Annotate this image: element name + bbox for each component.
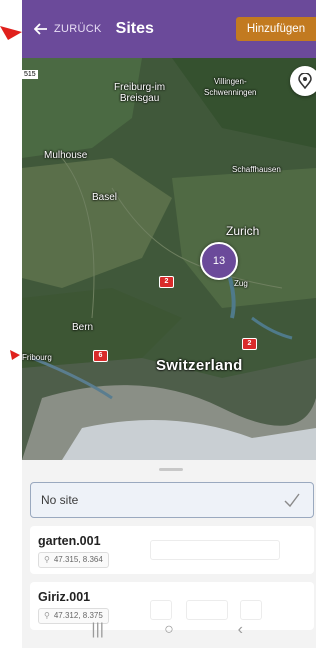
annotation-arrow-side <box>10 350 20 360</box>
map-terrain <box>22 58 316 460</box>
check-icon <box>284 493 300 508</box>
annotation-arrow-top <box>0 26 22 40</box>
site-name: Giriz.001 <box>38 590 91 604</box>
site-coordinates-text: 47.315, 8.364 <box>53 555 103 564</box>
no-site-option[interactable]: No site <box>30 482 314 518</box>
country-switzerland: Switzerland <box>156 357 243 374</box>
city-villingen: Villingen- Schwenningen <box>204 77 257 97</box>
back-chevron-icon[interactable]: ‹ <box>225 621 255 639</box>
app-header: ZURÜCK Sites Hinzufügen <box>22 0 316 58</box>
site-cluster-marker[interactable]: 13 <box>200 242 238 280</box>
city-freiburg: Freiburg-im Breisgau <box>114 82 166 104</box>
sheet-drag-handle[interactable] <box>159 468 183 471</box>
no-site-label: No site <box>41 493 79 507</box>
placeholder-box <box>150 540 280 560</box>
road-badge: 6 <box>93 350 108 362</box>
add-site-button[interactable]: Hinzufügen <box>236 17 316 41</box>
city-bern: Bern <box>72 322 94 333</box>
recent-apps-icon[interactable]: ||| <box>83 621 113 639</box>
city-zug: Zug <box>234 279 248 288</box>
arrow-left-icon <box>34 23 47 35</box>
city-fribourg: Fribourg <box>22 353 52 362</box>
page-title: Sites <box>115 20 154 37</box>
map-view[interactable]: 515 Freiburg-im Breisgau Villingen- Schwen… <box>22 58 316 460</box>
map-scale-tag: 515 <box>22 70 38 79</box>
my-location-button[interactable] <box>290 66 316 96</box>
site-list-item[interactable]: garten.001 ⚲ 47.315, 8.364 <box>30 526 314 574</box>
city-zurich: Zurich <box>226 224 260 238</box>
back-button[interactable]: ZURÜCK <box>34 14 102 44</box>
location-pin-icon <box>298 73 312 89</box>
home-icon[interactable]: ○ <box>154 621 184 639</box>
site-coordinates: ⚲ 47.315, 8.364 <box>38 552 109 568</box>
phone-screen: ZURÜCK Sites Hinzufügen 515 Freiburg-im B… <box>22 0 316 648</box>
pin-icon: ⚲ <box>44 555 50 564</box>
road-badge: 2 <box>159 276 174 288</box>
city-mulhouse: Mulhouse <box>44 150 88 161</box>
back-label: ZURÜCK <box>54 23 102 35</box>
site-name: garten.001 <box>38 534 101 548</box>
road-badge: 2 <box>242 338 257 350</box>
city-schaffhausen: Schaffhausen <box>232 165 281 174</box>
city-basel: Basel <box>92 192 118 203</box>
system-nav-bar: ||| ○ ‹ <box>22 612 316 648</box>
